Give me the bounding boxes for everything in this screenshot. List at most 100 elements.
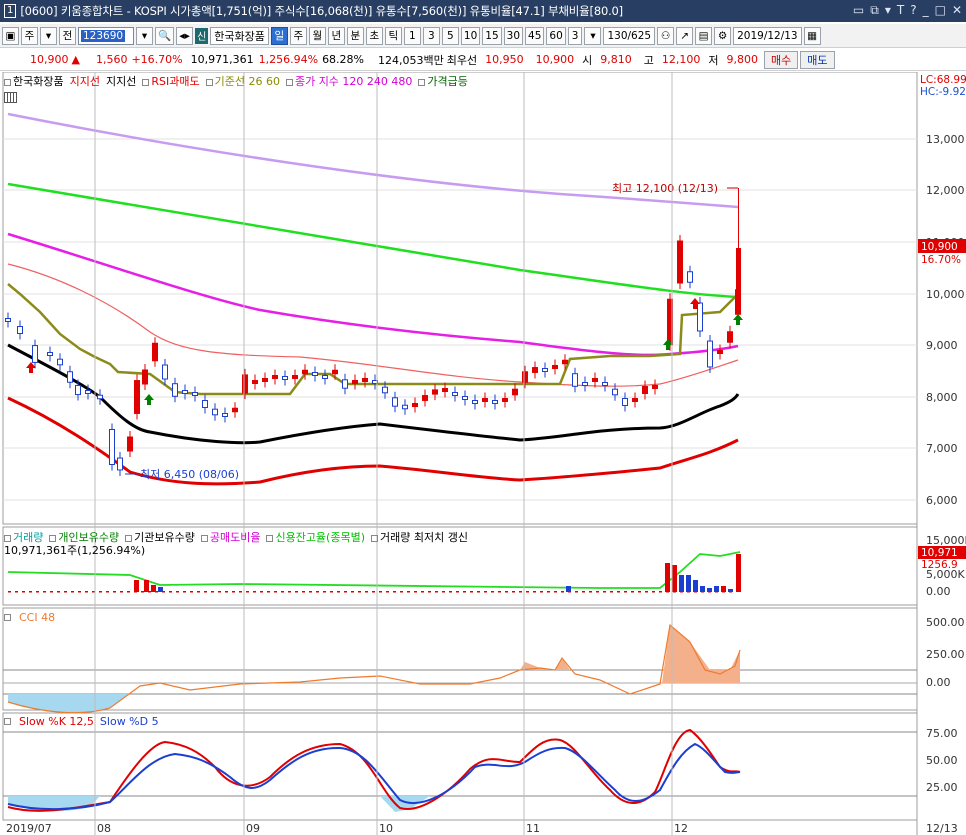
candle-body (109, 429, 115, 465)
prev-select[interactable]: 전 (59, 26, 76, 45)
help-icon[interactable]: ? (910, 3, 916, 18)
custom-interval-input[interactable]: 3 (567, 26, 583, 45)
tab-second[interactable]: 초 (365, 26, 383, 45)
gear-icon[interactable]: ⚙ (714, 26, 732, 45)
volume-bar (158, 587, 163, 592)
x-label-right: 12/13 (926, 822, 958, 835)
volume-bar-small (505, 591, 508, 593)
volume-bar (693, 580, 698, 592)
volume-bar-small (484, 591, 487, 593)
period-select[interactable]: 주 (21, 26, 38, 45)
interval-60[interactable]: 60 (546, 26, 566, 45)
volume-bar-small (463, 591, 466, 593)
candle-body (727, 331, 733, 343)
open-label: 시 (582, 53, 593, 67)
y-tick-6000: 6,000 (926, 494, 958, 507)
menu-icon[interactable]: ▣ (2, 26, 19, 45)
legend-support-black[interactable]: 지지선 (106, 73, 136, 89)
chart-settings-icon[interactable] (4, 92, 17, 103)
tab-month[interactable]: 월 (308, 26, 326, 45)
tile-icon[interactable]: ⧉ (870, 3, 879, 18)
interval-30[interactable]: 30 (503, 26, 524, 45)
interval-dropdown-icon[interactable]: ▾ (584, 26, 602, 45)
candle-body (362, 378, 368, 382)
legend-surge[interactable]: 가격급등 (418, 73, 468, 89)
volume-bar-small (106, 591, 109, 593)
legend-ma[interactable]: 종가 지수 120 240 480 (285, 73, 412, 89)
candle-body (67, 371, 73, 383)
legend-credit[interactable]: 신용잔고율(종목별) (266, 529, 365, 545)
interval-10[interactable]: 10 (460, 26, 481, 45)
pin-icon[interactable]: ▾ (885, 3, 891, 18)
volume-bar-small (575, 591, 578, 593)
tab-week[interactable]: 주 (289, 26, 307, 45)
volume-bar-small (190, 591, 193, 593)
stock-code-input[interactable]: 123690 (78, 26, 134, 45)
volume-bar-small (274, 591, 277, 593)
candle-body (572, 373, 578, 387)
stoch-legend[interactable]: Slow %K 12,5 Slow %D 5 (4, 715, 159, 728)
volume-bar-small (309, 591, 312, 593)
count-value: 130 (607, 29, 628, 42)
turnover: 68.28% (322, 53, 365, 66)
compare-icon[interactable]: ⚇ (657, 26, 675, 45)
slow-d-line (7, 742, 741, 811)
count-input[interactable]: 130/625 (603, 26, 656, 45)
legend-stock[interactable]: 한국화장품 (4, 73, 64, 89)
legend-baseline[interactable]: 기준선 26 60 (205, 73, 280, 89)
tab-year[interactable]: 년 (327, 26, 345, 45)
draw-tool-icon[interactable]: ↗ (676, 26, 694, 45)
interval-1[interactable]: 1 (403, 26, 421, 45)
candle-body (582, 382, 588, 386)
sell-button[interactable]: 매도 (800, 50, 835, 69)
volume-bar-small (393, 591, 396, 593)
legend-support-red[interactable]: 지지선 (70, 73, 100, 89)
speaker-icon[interactable]: ◂▸ (176, 26, 194, 45)
font-icon[interactable]: T (897, 3, 904, 18)
volume-bar (686, 575, 691, 592)
close-button[interactable]: ✕ (952, 3, 962, 18)
date-input[interactable]: 2019/12/13 (733, 26, 802, 45)
maximize-button[interactable]: □ (935, 3, 946, 18)
volume-bar-small (302, 591, 305, 593)
candle-body (472, 400, 478, 404)
candle-body (252, 380, 258, 384)
volume-bar-small (547, 591, 550, 593)
interval-5[interactable]: 5 (441, 26, 459, 45)
volume-bar-small (183, 591, 186, 593)
chart-area[interactable]: 13,000 12,000 11,000 10,000 9,000 8,000 … (0, 71, 966, 835)
restore-layout-icon[interactable]: ▭ (853, 3, 864, 18)
legend-vol-low[interactable]: 거래량 최저치 갱신 (371, 529, 468, 545)
interval-3[interactable]: 3 (422, 26, 440, 45)
save-icon[interactable]: ▤ (695, 26, 713, 45)
volume-bar-small (337, 591, 340, 593)
interval-15[interactable]: 15 (482, 26, 502, 45)
tab-day[interactable]: 일 (270, 26, 288, 45)
volume-bar-small (533, 591, 536, 593)
candle-body (532, 367, 538, 373)
candle-body (117, 457, 123, 471)
dropdown-icon[interactable]: ▾ (40, 26, 57, 45)
legend-short[interactable]: 공매도비율 (200, 529, 260, 545)
slow-k-line (7, 728, 741, 812)
x-label-09: 09 (246, 822, 260, 835)
interval-45[interactable]: 45 (525, 26, 545, 45)
minimize-button[interactable]: _ (923, 3, 929, 18)
search-icon[interactable]: 🔍 (155, 26, 175, 45)
candle-body (352, 380, 358, 384)
slow-d-legend: Slow %D 5 (99, 715, 159, 728)
buy-button[interactable]: 매수 (764, 50, 799, 69)
volume-bar-small (631, 591, 634, 593)
code-dropdown-icon[interactable]: ▾ (136, 26, 153, 45)
hc-label: HC:-9.92 (920, 86, 966, 98)
volume-bar-small (50, 591, 53, 593)
tab-tick[interactable]: 틱 (384, 26, 402, 45)
volume-bar-small (526, 591, 529, 593)
candle-body (432, 389, 438, 395)
tab-minute[interactable]: 분 (346, 26, 364, 45)
volume-bar (151, 585, 156, 592)
calendar-icon[interactable]: ▦ (803, 26, 821, 45)
main-gridlines (3, 138, 917, 501)
legend-rsi[interactable]: RSI과매도 (142, 73, 200, 89)
cci-legend[interactable]: CCI 48 (4, 611, 55, 624)
